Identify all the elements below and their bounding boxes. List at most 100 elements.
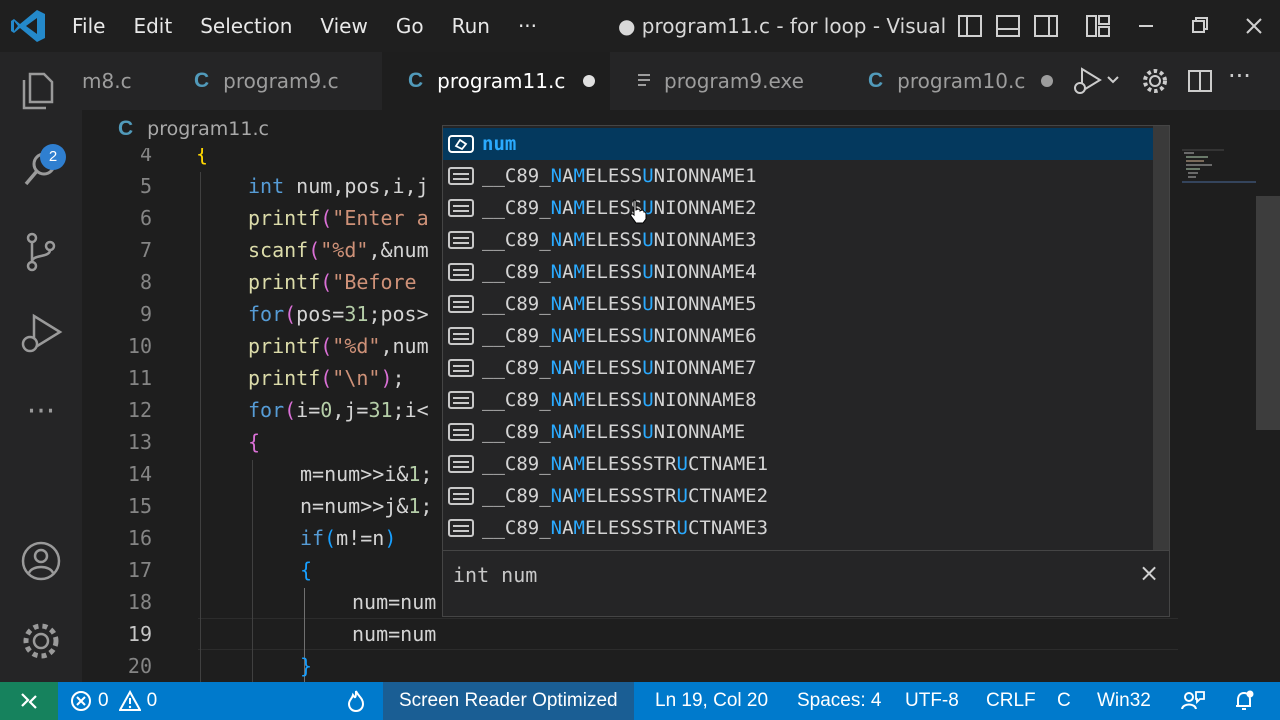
suggestion-label: __C89_NAMELESSUNIONNAME6 [482, 325, 757, 347]
tab-bar: m8.c C program9.c C program11.c program9… [82, 52, 1280, 110]
menu-edit[interactable]: Edit [133, 14, 172, 38]
suggestion-label: __C89_NAMELESSSTRUCTNAME3 [482, 517, 769, 539]
suggestion-item[interactable]: __C89_NAMELESSUNIONNAME4 [443, 256, 1153, 288]
split-editor-icon[interactable] [1186, 67, 1214, 95]
problems-status[interactable]: 0 0 [70, 682, 157, 720]
restore-icon[interactable] [1186, 12, 1214, 40]
feedback-icon[interactable] [1180, 689, 1206, 713]
error-count: 0 [98, 690, 109, 711]
tab-m8c[interactable]: m8.c [82, 52, 170, 110]
autocomplete-widget[interactable]: num __C89_NAMELESSUNIONNAME1 __C89_NAMEL… [442, 125, 1170, 617]
suggestion-item[interactable]: __C89_NAMELESSSTRUCTNAME1 [443, 448, 1153, 480]
menu-more[interactable]: ··· [518, 14, 537, 38]
tab-program10c[interactable]: C program10.c [842, 52, 1056, 110]
accounts-icon[interactable] [18, 538, 64, 584]
suggestion-label: __C89_NAMELESSUNIONNAME2 [482, 197, 757, 219]
minimap-preview [1182, 149, 1256, 183]
customize-layout-icon[interactable] [1084, 12, 1112, 40]
run-and-debug-icon[interactable] [18, 310, 64, 356]
menu-run[interactable]: Run [452, 14, 490, 38]
code-line: if(m!=n) [300, 526, 397, 550]
notifications-bell-icon[interactable] [1232, 689, 1256, 713]
indentation-status[interactable]: Spaces: 4 [797, 682, 882, 720]
unsaved-dot-icon[interactable] [1041, 75, 1054, 87]
code-line: m=num>>i&1; [300, 462, 433, 486]
eol-status[interactable]: CRLF [986, 682, 1036, 720]
code-line: { [300, 558, 313, 582]
close-window-icon[interactable] [1240, 12, 1268, 40]
tab-program9c[interactable]: C program9.c [170, 52, 382, 110]
flame-icon[interactable] [344, 689, 368, 713]
warning-icon [118, 690, 141, 711]
code-line: num=num [352, 622, 437, 646]
more-views-icon[interactable]: ··· [18, 392, 64, 438]
menu-view[interactable]: View [320, 14, 367, 38]
text-icon [448, 487, 474, 505]
suggestion-item[interactable]: __C89_NAMELESSSTRUCTNAME3 [443, 512, 1153, 544]
c-file-icon: C [408, 69, 424, 92]
suggestion-details: int num × [443, 550, 1169, 616]
code-line: num=num [352, 590, 437, 614]
suggestion-item[interactable]: __C89_NAMELESSUNIONNAME7 [443, 352, 1153, 384]
suggestion-label: num [482, 133, 517, 155]
line-number: 12 [127, 398, 152, 422]
suggestion-item[interactable]: __C89_NAMELESSUNIONNAME1 [443, 160, 1153, 192]
variable-icon [448, 135, 474, 153]
tab-label: m8.c [82, 69, 132, 93]
text-icon [448, 199, 474, 217]
suggestion-item[interactable]: __C89_NAMELESSUNIONNAME6 [443, 320, 1153, 352]
tab-program9exe[interactable]: program9.exe [610, 52, 842, 110]
text-icon [448, 231, 474, 249]
screen-reader-status[interactable]: Screen Reader Optimized [383, 682, 634, 720]
toggle-primary-sidebar-icon[interactable] [956, 12, 984, 40]
unsaved-dot-icon[interactable] [583, 75, 596, 87]
breadcrumb-file[interactable]: program11.c [147, 118, 269, 140]
window-title: ● program11.c - for loop - Visual St... [618, 14, 948, 38]
suggestion-item[interactable]: __C89_NAMELESSUNIONNAME5 [443, 288, 1153, 320]
more-actions-icon[interactable]: ··· [1228, 62, 1251, 90]
close-details-icon[interactable]: × [1139, 559, 1159, 587]
code-line: printf("Before [248, 270, 429, 294]
menu-selection[interactable]: Selection [200, 14, 292, 38]
suggestion-item[interactable]: __C89_NAMELESSUNIONNAME3 [443, 224, 1153, 256]
toggle-panel-icon[interactable] [994, 12, 1022, 40]
menu-file[interactable]: File [72, 14, 105, 38]
menu-go[interactable]: Go [396, 14, 424, 38]
suggestion-item[interactable]: __C89_NAMELESSUNIONNAME [443, 416, 1153, 448]
suggestion-item[interactable]: __C89_NAMELESSSTRUCTNAME2 [443, 480, 1153, 512]
line-number: 20 [127, 654, 152, 678]
line-number: 10 [127, 334, 152, 358]
tab-program11c[interactable]: C program11.c [382, 52, 610, 110]
minimize-icon[interactable] [1132, 12, 1160, 40]
tab-label: program9.c [223, 69, 339, 93]
line-number: 14 [127, 462, 152, 486]
cursor-position[interactable]: Ln 19, Col 20 [655, 682, 768, 720]
remote-indicator[interactable] [0, 682, 58, 720]
code-line: n=num>>j&1; [300, 494, 433, 518]
suggestion-item[interactable]: __C89_NAMELESSUNIONNAME2 [443, 192, 1153, 224]
line-number: 13 [127, 430, 152, 454]
encoding-status[interactable]: UTF-8 [905, 682, 959, 720]
warning-count: 0 [146, 690, 158, 711]
suggestion-item-selected[interactable]: num [443, 128, 1153, 160]
suggestion-item[interactable]: __C89_NAMELESSUNIONNAME8 [443, 384, 1153, 416]
tab-label: program11.c [437, 69, 566, 93]
explorer-icon[interactable] [18, 68, 64, 114]
source-control-icon[interactable] [18, 228, 64, 274]
hand-cursor-icon [630, 199, 647, 224]
code-line: for(pos=31;pos> [248, 302, 429, 326]
explorer-badge: 2 [40, 144, 66, 170]
line-number: 7 [139, 238, 152, 262]
run-debug-file-icon[interactable] [1072, 66, 1124, 96]
language-mode[interactable]: C [1057, 682, 1071, 720]
toggle-secondary-sidebar-icon[interactable] [1032, 12, 1060, 40]
suggestion-scrollbar[interactable] [1153, 126, 1169, 550]
editor-scrollbar[interactable] [1256, 196, 1280, 430]
tab-label: program10.c [897, 69, 1026, 93]
manage-gear-icon[interactable] [18, 618, 64, 664]
platform-status[interactable]: Win32 [1097, 682, 1151, 720]
indent-guide [252, 460, 253, 682]
indent-guide [200, 172, 201, 682]
code-line: printf("Enter a [248, 206, 429, 230]
settings-gear-icon[interactable] [1140, 66, 1170, 96]
